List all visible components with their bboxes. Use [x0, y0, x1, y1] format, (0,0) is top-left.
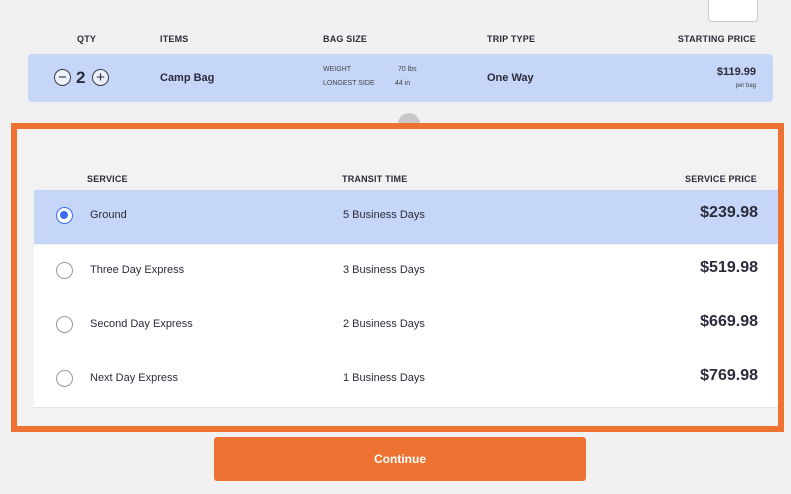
longest-side-label: LONGEST SIDE — [323, 80, 375, 87]
header-starting-price: STARTING PRICE — [677, 34, 756, 44]
longest-side-value: 44 in — [395, 80, 411, 87]
decrease-qty-button[interactable]: − — [54, 69, 71, 86]
top-button[interactable] — [708, 0, 758, 22]
price-note: per bag — [735, 83, 756, 89]
starting-price: $119.99 — [716, 66, 756, 78]
radio-second-day[interactable] — [56, 316, 73, 333]
radio-next-day[interactable] — [56, 370, 73, 387]
service-name: Second Day Express — [90, 318, 193, 330]
radio-ground[interactable] — [56, 207, 73, 224]
header-trip-type: TRIP TYPE — [487, 34, 536, 44]
service-row-next-day[interactable]: Next Day Express 1 Business Days $769.98 — [34, 353, 778, 408]
service-transit: 5 Business Days — [343, 209, 425, 221]
radio-three-day[interactable] — [56, 262, 73, 279]
trip-type: One Way — [487, 72, 534, 84]
header-qty: QTY — [77, 34, 97, 44]
weight-value: 70 lbs — [398, 66, 417, 73]
service-row-second-day[interactable]: Second Day Express 2 Business Days $669.… — [34, 299, 778, 354]
continue-button[interactable]: Continue — [214, 437, 586, 481]
service-transit: 3 Business Days — [343, 264, 425, 276]
increase-qty-button[interactable]: + — [92, 69, 109, 86]
service-name: Three Day Express — [90, 264, 185, 276]
header-items: ITEMS — [160, 34, 189, 44]
service-price: $239.98 — [700, 204, 758, 221]
service-name: Next Day Express — [90, 372, 179, 384]
service-price: $519.98 — [700, 259, 758, 276]
plus-icon: + — [96, 69, 105, 86]
service-price: $669.98 — [700, 313, 758, 330]
item-row: − 2 + Camp Bag WEIGHT 70 lbs LONGEST SID… — [28, 54, 773, 102]
service-price: $769.98 — [700, 367, 758, 384]
header-service: SERVICE — [87, 174, 128, 184]
service-row-ground[interactable]: Ground 5 Business Days $239.98 — [34, 190, 778, 244]
service-panel: SERVICE TRANSIT TIME SERVICE PRICE Groun… — [11, 123, 784, 432]
minus-icon: − — [58, 69, 67, 86]
item-name: Camp Bag — [160, 72, 215, 84]
qty-value: 2 — [76, 68, 86, 87]
service-row-three-day[interactable]: Three Day Express 3 Business Days $519.9… — [34, 245, 778, 300]
header-service-price: SERVICE PRICE — [685, 174, 757, 184]
service-transit: 2 Business Days — [343, 318, 425, 330]
service-transit: 1 Business Days — [343, 372, 425, 384]
weight-label: WEIGHT — [323, 66, 351, 73]
header-transit-time: TRANSIT TIME — [342, 174, 408, 184]
service-name: Ground — [90, 209, 127, 221]
header-bag-size: BAG SIZE — [323, 34, 368, 44]
